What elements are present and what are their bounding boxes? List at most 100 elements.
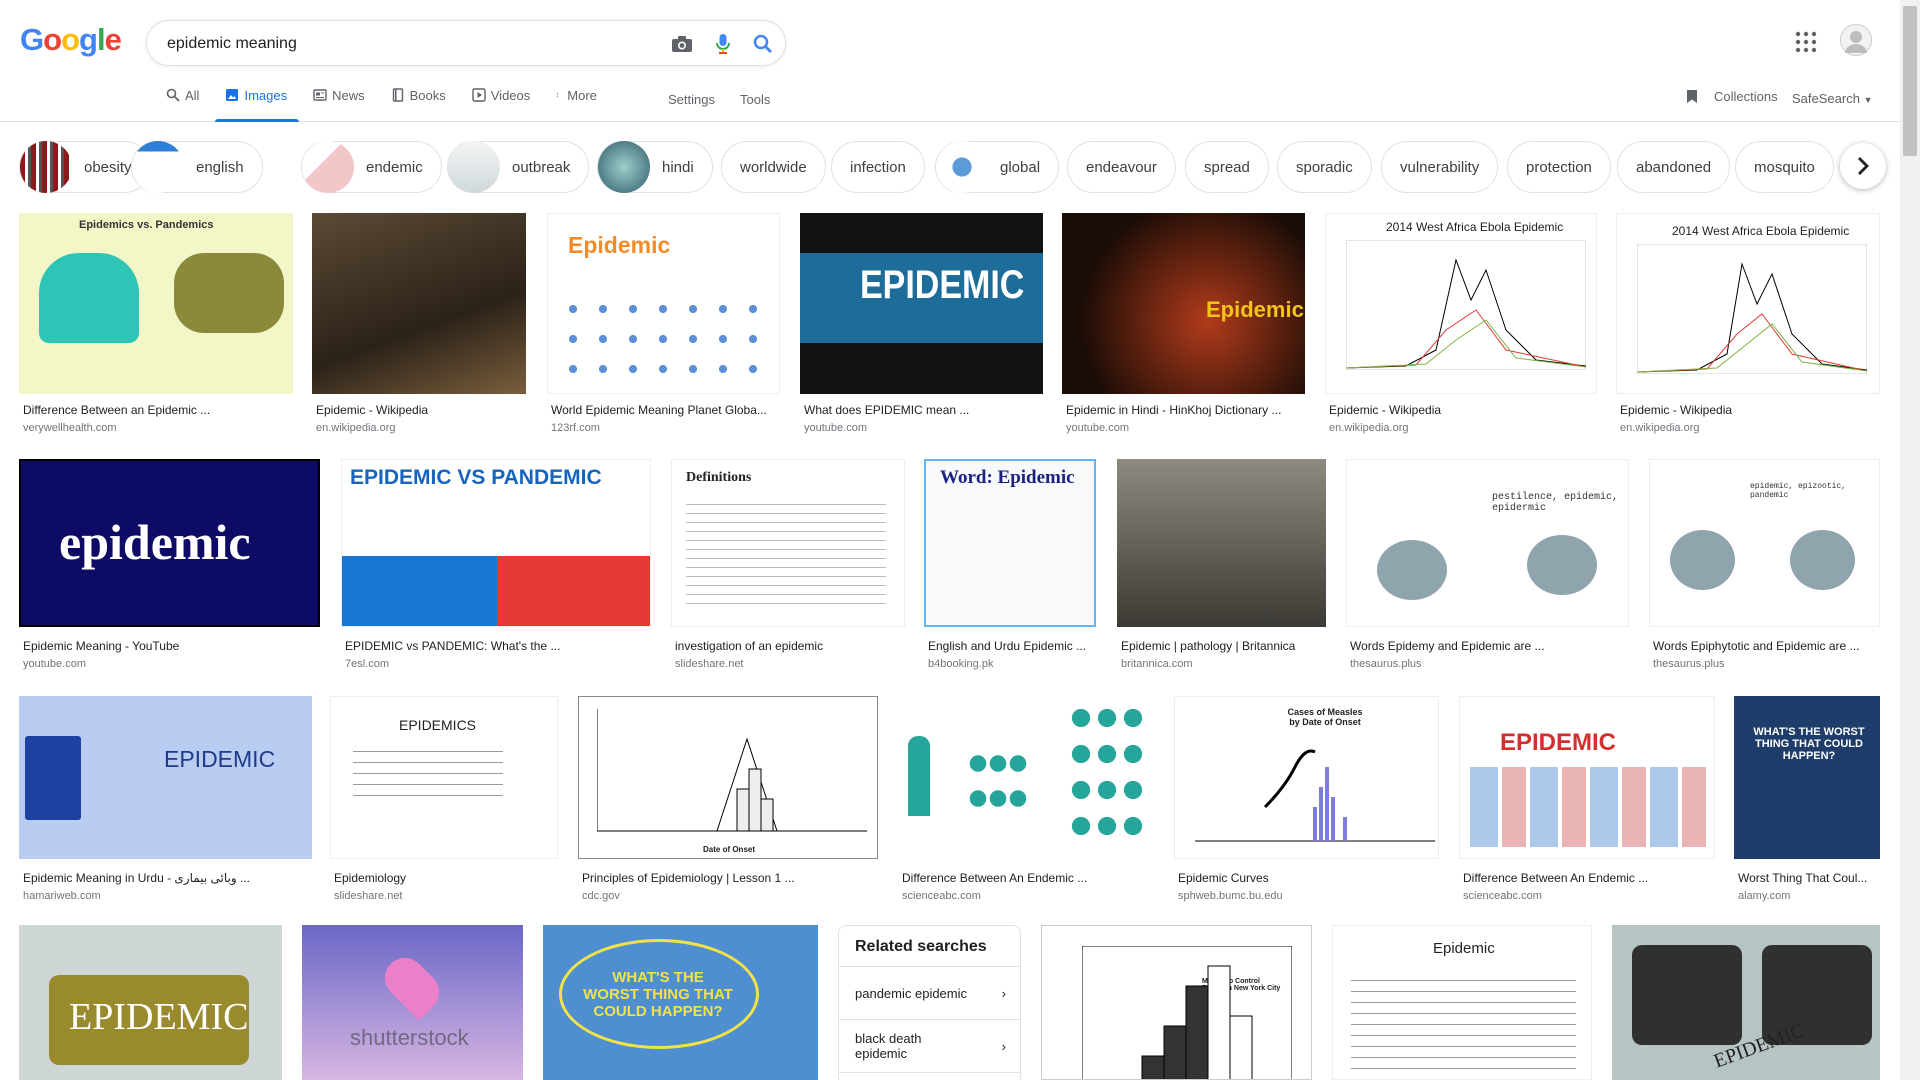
chip-thumbnail <box>598 141 650 193</box>
tab-more[interactable]: More <box>556 88 597 122</box>
related-search-label: pandemic epidemic <box>855 985 968 1001</box>
tab-videos[interactable]: Videos <box>472 88 530 122</box>
result-title: Words Epiphytotic and Epidemic are ... <box>1653 639 1860 653</box>
collections-link[interactable]: Collections <box>1686 89 1778 104</box>
chip-thumbnail <box>132 141 184 193</box>
result-thumbnail: Epidemic <box>1062 213 1305 394</box>
image-result[interactable]: Epidemic | pathology | Britannica britan… <box>1117 459 1326 674</box>
chip-label: global <box>1000 158 1041 176</box>
result-title: Words Epidemy and Epidemic are ... <box>1350 639 1545 653</box>
camera-icon[interactable] <box>669 31 695 57</box>
tools-link[interactable]: Tools <box>740 92 770 107</box>
result-title: What does EPIDEMIC mean ... <box>804 403 970 417</box>
image-result[interactable]: pestilence, epidemic, epidermic Words Ep… <box>1346 459 1629 674</box>
chip-infection[interactable]: infection <box>831 141 925 193</box>
related-search-item[interactable]: pandemic epidemic › <box>839 967 1020 1020</box>
image-result[interactable]: EPIDEMIC VS PANDEMIC EPIDEMIC vs PANDEMI… <box>341 459 651 674</box>
chip-endeavour[interactable]: endeavour <box>1067 141 1176 193</box>
image-result[interactable]: EPIDEMIC What does EPIDEMIC mean ... you… <box>800 213 1043 438</box>
result-title: Difference Between an Epidemic ... <box>23 403 211 417</box>
apps-grid-icon[interactable] <box>1794 30 1818 54</box>
tab-books[interactable]: Books <box>391 88 446 122</box>
avatar[interactable] <box>1840 24 1872 56</box>
chips-next-button[interactable] <box>1840 143 1886 189</box>
image-result[interactable]: EPIDEMIC <box>19 925 282 1080</box>
search-icon[interactable] <box>750 31 776 57</box>
result-source: scienceabc.com <box>1463 890 1542 902</box>
image-result[interactable]: Epidemics vs. Pandemics Difference Betwe… <box>19 213 293 438</box>
thumbnail-caption: 2014 West Africa Ebola Epidemic <box>1672 224 1850 238</box>
chip-worldwide[interactable]: worldwide <box>721 141 826 193</box>
image-result[interactable]: epidemic, epizootic, pandemic Words Epip… <box>1649 459 1880 674</box>
chip-hindi[interactable]: hindi <box>597 141 713 193</box>
result-title: Difference Between An Endemic ... <box>902 871 1088 885</box>
chip-spread[interactable]: spread <box>1185 141 1269 193</box>
related-search-item[interactable]: black death epidemic › <box>839 1020 1020 1073</box>
chip-sporadic[interactable]: sporadic <box>1277 141 1372 193</box>
page-scrollbar[interactable] <box>1900 0 1920 1080</box>
chip-mosquito[interactable]: mosquito <box>1735 141 1834 193</box>
result-title: Epidemic | pathology | Britannica <box>1121 639 1296 653</box>
chip-thumbnail <box>20 141 72 193</box>
tab-label: Books <box>409 88 446 103</box>
chip-label: endeavour <box>1086 158 1157 176</box>
chip-protection[interactable]: protection <box>1507 141 1611 193</box>
image-result[interactable]: Epidemic World Epidemic Meaning Planet G… <box>547 213 780 438</box>
result-thumbnail: Definitions <box>671 459 905 627</box>
chip-label: sporadic <box>1296 158 1353 176</box>
safesearch-label: SafeSearch <box>1792 91 1860 106</box>
result-thumbnail: 2014 West Africa Ebola Epidemic <box>1325 213 1597 394</box>
result-thumbnail: EPIDEMIC <box>19 925 282 1080</box>
result-thumbnail: epidemic, epizootic, pandemic <box>1649 459 1880 627</box>
chip-english[interactable]: english <box>131 141 263 193</box>
chip-outbreak[interactable]: outbreak <box>447 141 590 193</box>
tab-images[interactable]: Images <box>215 88 299 122</box>
result-thumbnail: Epidemic <box>1332 925 1592 1080</box>
image-result[interactable]: Epidemic - Wikipedia en.wikipedia.org <box>312 213 526 438</box>
tab-news[interactable]: News <box>313 88 365 122</box>
image-result[interactable]: Epidemic Epidemic in Hindi - HinKhoj Dic… <box>1062 213 1305 438</box>
image-result[interactable]: shutterstock <box>302 925 523 1080</box>
image-result[interactable]: EPIDEMIC <box>1612 925 1880 1080</box>
tab-label: All <box>185 88 200 103</box>
image-result[interactable]: 2014 West Africa Ebola Epidemic Epidemic… <box>1616 213 1880 438</box>
image-result[interactable]: Date of Onset Principles of Epidemiology… <box>578 696 878 904</box>
chip-vulnerability[interactable]: vulnerability <box>1381 141 1499 193</box>
image-result[interactable]: Mosquito Control Begun in New York City <box>1041 925 1312 1080</box>
image-result[interactable]: EPIDEMICS Epidemiology slideshare.net <box>330 696 558 904</box>
safesearch-dropdown[interactable]: SafeSearch ▼ <box>1792 91 1872 106</box>
chip-label: vulnerability <box>1400 158 1480 176</box>
scrollbar-thumb[interactable] <box>1903 6 1917 156</box>
more-vert-icon <box>556 92 559 98</box>
tab-all[interactable]: All <box>166 88 199 122</box>
microphone-icon[interactable] <box>710 31 736 57</box>
google-logo[interactable]: Google <box>20 22 122 58</box>
image-result[interactable]: epidemic Epidemic Meaning - YouTube yout… <box>19 459 320 674</box>
image-result[interactable]: Definitions investigation of an epidemic… <box>671 459 905 674</box>
chip-label: worldwide <box>740 158 807 176</box>
result-thumbnail <box>1117 459 1326 627</box>
image-result[interactable]: 2014 West Africa Ebola Epidemic Epidemic… <box>1325 213 1597 438</box>
image-result[interactable]: Cases of Measles by Date of Onset Epidem… <box>1174 696 1439 904</box>
result-source: britannica.com <box>1121 658 1193 670</box>
related-searches-heading: Related searches <box>839 926 1020 967</box>
search-input[interactable] <box>167 32 647 56</box>
thumbnail-caption: EPIDEMIC VS PANDEMIC <box>350 466 602 489</box>
chip-abandoned[interactable]: abandoned <box>1617 141 1731 193</box>
chip-endemic[interactable]: endemic <box>301 141 442 193</box>
image-result[interactable]: WHAT'S THE WORST THING THAT COULD HAPPEN… <box>1734 696 1880 904</box>
search-icon <box>166 88 180 102</box>
image-result[interactable]: EPIDEMIC Difference Between An Endemic .… <box>1459 696 1715 904</box>
result-source: 123rf.com <box>551 422 600 434</box>
result-thumbnail: epidemic <box>19 459 320 627</box>
image-result[interactable]: EPIDEMIC Epidemic Meaning in Urdu - وبائ… <box>19 696 312 904</box>
result-thumbnail: Cases of Measles by Date of Onset <box>1174 696 1439 859</box>
settings-link[interactable]: Settings <box>668 92 715 107</box>
image-result[interactable]: Difference Between An Endemic ... scienc… <box>898 696 1155 904</box>
chip-global[interactable]: global <box>935 141 1060 193</box>
image-result[interactable]: Word: Epidemic English and Urdu Epidemic… <box>924 459 1096 674</box>
image-result[interactable]: WHAT'S THE WORST THING THAT COULD HAPPEN… <box>543 925 818 1080</box>
thumbnail-caption: Epidemic <box>1433 940 1495 957</box>
thumbnail-caption: Epidemics vs. Pandemics <box>79 219 214 231</box>
image-result[interactable]: Epidemic <box>1332 925 1592 1080</box>
